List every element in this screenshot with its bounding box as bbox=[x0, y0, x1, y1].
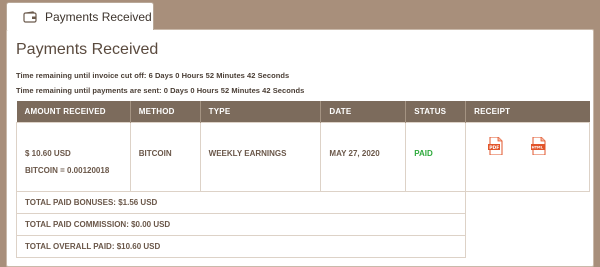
receipt-cell: PDF HTML bbox=[465, 121, 590, 192]
header-amount: AMOUNT RECEIVED bbox=[16, 101, 131, 122]
invoice-cutoff-timer: Time remaining until invoice cut off: 6 … bbox=[16, 71, 290, 80]
totals-row-overall: TOTAL OVERALL PAID: $10.60 USD bbox=[15, 234, 590, 258]
header-receipt: RECEIPT bbox=[465, 101, 590, 122]
totals-row-commission: TOTAL PAID COMMISSION: $0.00 USD bbox=[15, 212, 590, 236]
total-commission: TOTAL PAID COMMISSION: $0.00 USD bbox=[15, 212, 467, 236]
type-cell: WEEKLY EARNINGS bbox=[199, 121, 322, 192]
header-type: TYPE bbox=[200, 101, 322, 122]
date-cell: MAY 27, 2020 bbox=[320, 121, 407, 192]
html-icon[interactable]: HTML bbox=[531, 136, 547, 155]
tab-label: Payments Received bbox=[45, 9, 152, 24]
page-title: Payments Received bbox=[16, 41, 159, 58]
status-badge: PAID bbox=[414, 148, 433, 158]
svg-text:HTML: HTML bbox=[532, 145, 544, 149]
payments-panel: Payments Received Time remaining until i… bbox=[6, 29, 594, 267]
table-header-row: AMOUNT RECEIVED METHOD TYPE DATE STATUS … bbox=[16, 101, 590, 122]
amount-usd: $ 10.60 USD bbox=[25, 148, 71, 158]
svg-text:PDF: PDF bbox=[489, 144, 499, 150]
status-cell: PAID bbox=[405, 121, 467, 192]
total-bonuses: TOTAL PAID BONUSES: $1.56 USD bbox=[15, 190, 467, 214]
header-status: STATUS bbox=[405, 101, 467, 122]
table-row: $ 10.60 USD BITCOIN = 0.00120018 BITCOIN… bbox=[16, 121, 590, 192]
header-date: DATE bbox=[320, 101, 407, 122]
wallet-icon bbox=[23, 10, 37, 23]
amount-btc: BITCOIN = 0.00120018 bbox=[25, 165, 110, 175]
header-method: METHOD bbox=[130, 101, 201, 122]
amount-cell: $ 10.60 USD BITCOIN = 0.00120018 bbox=[16, 121, 131, 192]
total-overall: TOTAL OVERALL PAID: $10.60 USD bbox=[15, 234, 467, 258]
totals-row-bonuses: TOTAL PAID BONUSES: $1.56 USD bbox=[15, 190, 590, 214]
payments-sent-timer: Time remaining until payments are sent: … bbox=[16, 86, 305, 95]
method-cell: BITCOIN bbox=[129, 121, 201, 192]
tab-payments-received[interactable]: Payments Received bbox=[6, 2, 154, 30]
pdf-icon[interactable]: PDF bbox=[488, 136, 504, 155]
payments-table: AMOUNT RECEIVED METHOD TYPE DATE STATUS … bbox=[15, 101, 590, 258]
